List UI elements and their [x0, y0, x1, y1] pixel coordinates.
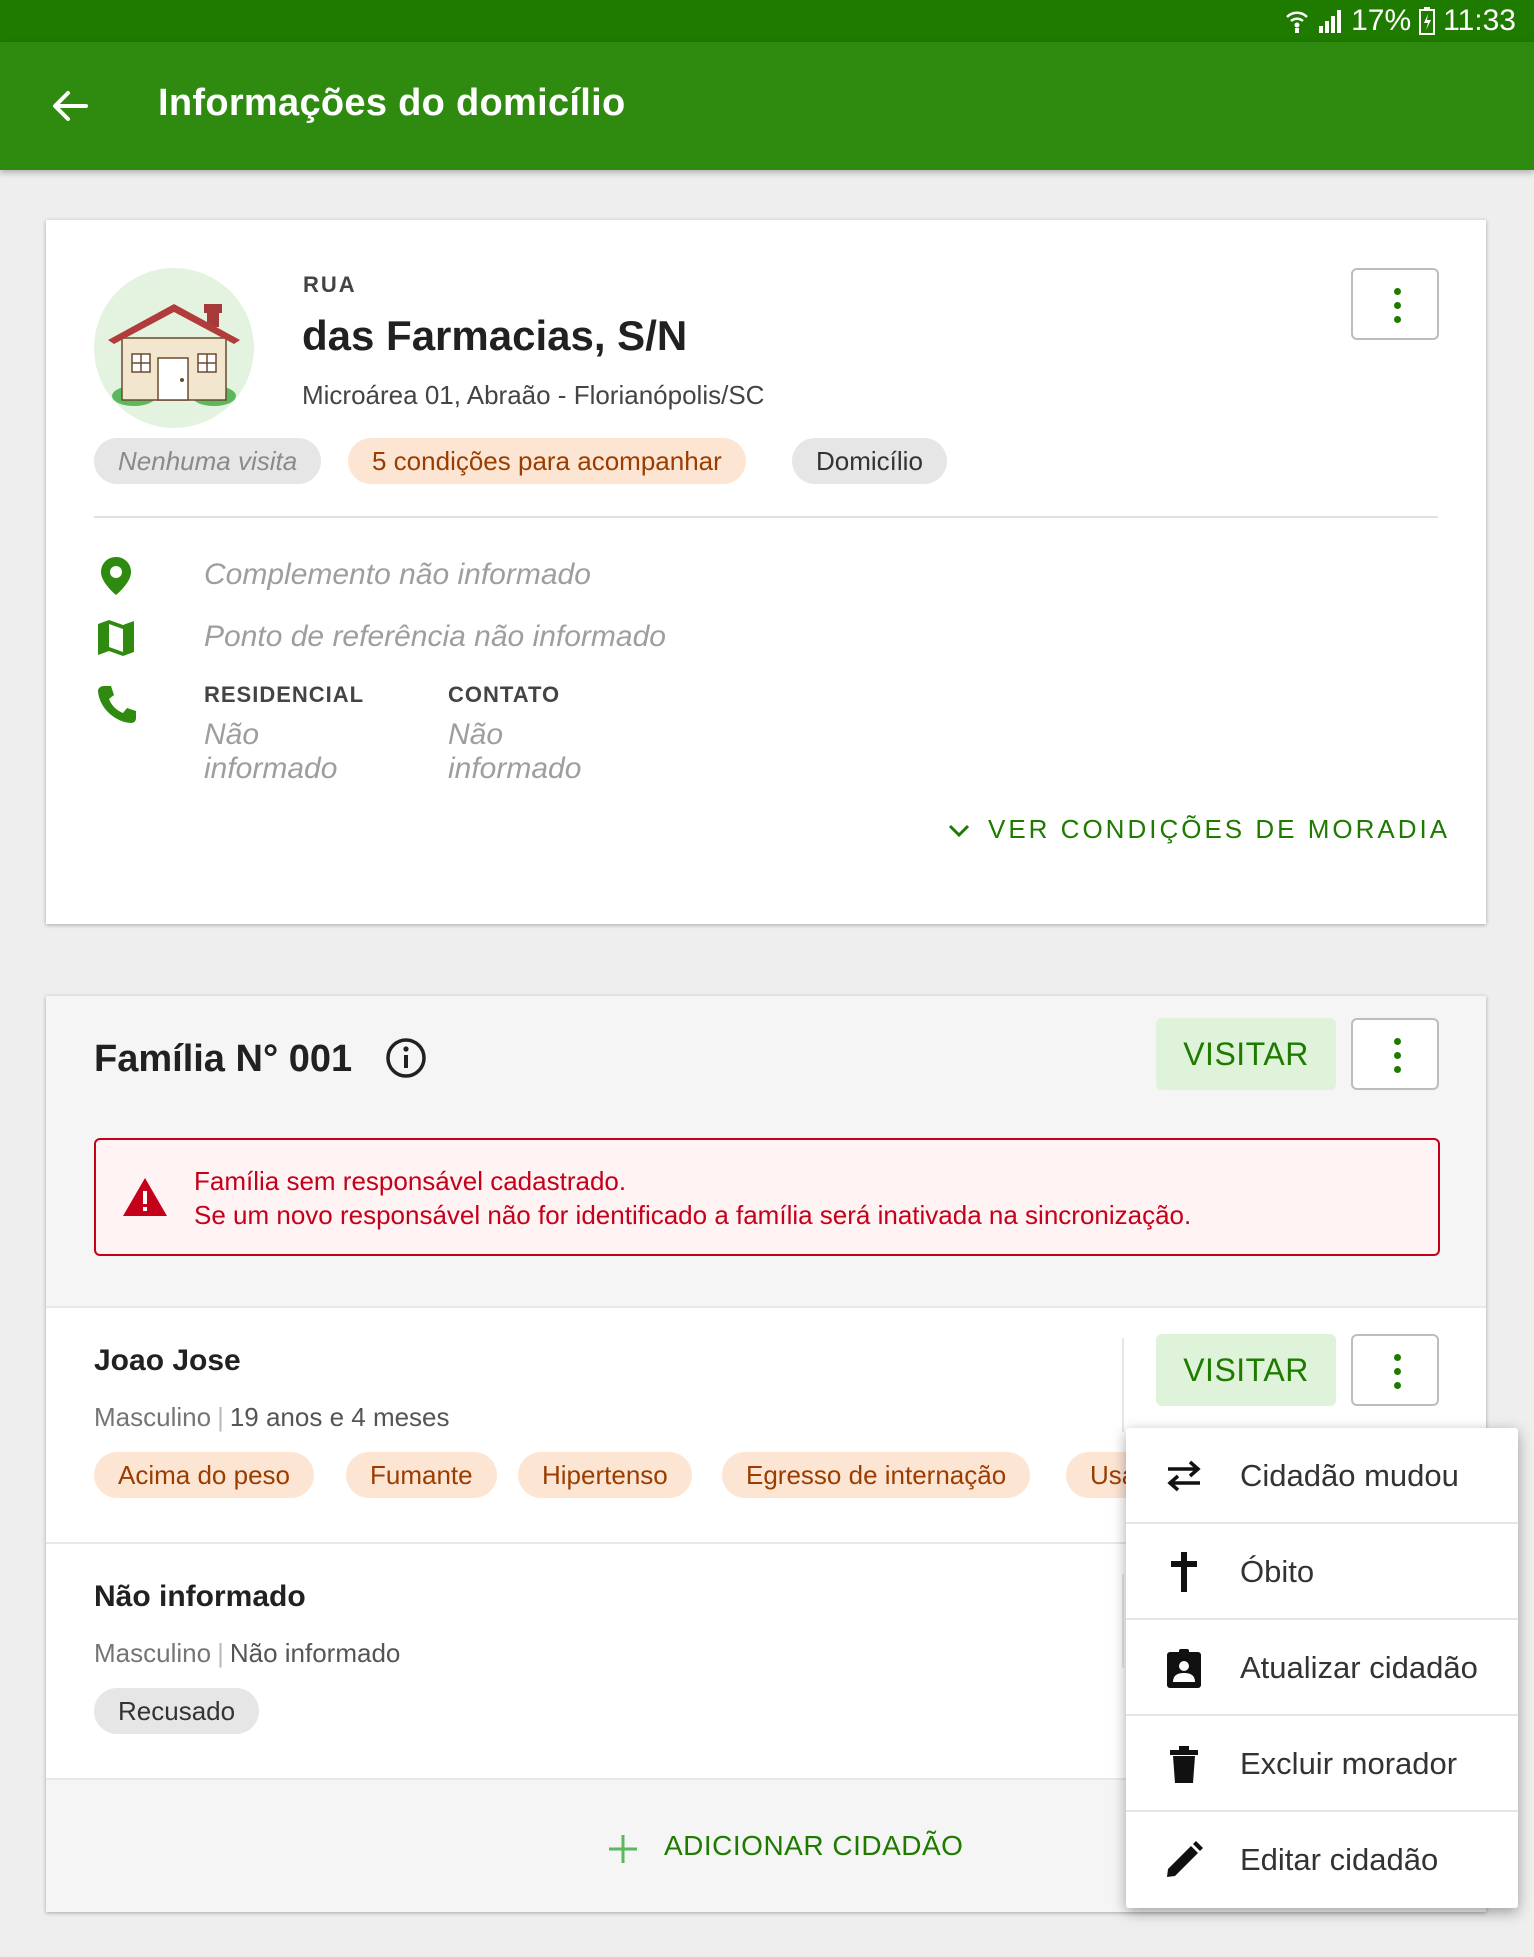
member-name: Joao Jose	[94, 1344, 241, 1377]
menu-item-label: Excluir morador	[1240, 1746, 1458, 1781]
member-chip: Egresso de internação	[722, 1452, 1031, 1498]
member-meta: Masculino | Não informado	[94, 1638, 401, 1668]
house-icon	[108, 304, 240, 406]
member-chip: Recusado	[94, 1688, 260, 1734]
member-name: Não informado	[94, 1580, 306, 1613]
page-title: Informações do domicílio	[158, 82, 626, 124]
chip-conditions[interactable]: 5 condições para acompanhar	[348, 438, 746, 484]
add-citizen-label: ADICIONAR CIDADÃO	[664, 1830, 964, 1861]
menu-item-edit-citizen[interactable]: Editar cidadão	[1126, 1812, 1518, 1908]
menu-item-label: Cidadão mudou	[1240, 1458, 1459, 1493]
phone-icon	[98, 686, 136, 723]
member-age: 19 anos e 4 meses	[229, 1402, 450, 1432]
cross-icon	[1171, 1552, 1197, 1592]
wifi-icon	[1286, 11, 1308, 33]
address-street: das Farmacias, S/N	[302, 312, 688, 359]
pencil-icon	[1167, 1841, 1203, 1877]
more-vert-icon	[1394, 288, 1401, 324]
address-more-button[interactable]	[1351, 268, 1439, 340]
location-pin-icon	[101, 557, 131, 595]
info-icon[interactable]	[384, 1036, 428, 1080]
plus-icon	[609, 1835, 637, 1863]
warning-icon	[123, 1178, 167, 1216]
member-chip: Acima do peso	[94, 1452, 314, 1498]
menu-item-delete-resident[interactable]: Excluir morador	[1126, 1716, 1518, 1812]
divider	[94, 516, 1438, 518]
member-sex: Masculino	[94, 1638, 212, 1668]
more-vert-icon	[1394, 1038, 1401, 1074]
reference-text: Ponto de referência não informado	[204, 620, 666, 653]
more-vert-icon	[1394, 1354, 1401, 1390]
member-more-button[interactable]	[1351, 1334, 1439, 1406]
family-title: Família N° 001	[94, 1038, 353, 1080]
address-type-label: RUA	[303, 272, 357, 297]
view-living-conditions-link[interactable]: VER CONDIÇÕES DE MORADIA	[946, 814, 1450, 845]
app-bar: Informações do domicílio	[0, 42, 1534, 170]
contact-value: Não informado	[448, 718, 582, 785]
member-chip: Hipertenso	[518, 1452, 692, 1498]
clock: 11:33	[1443, 4, 1516, 37]
swap-icon	[1167, 1460, 1201, 1492]
menu-item-label: Editar cidadão	[1240, 1842, 1439, 1877]
chevron-down-icon	[948, 825, 970, 838]
member-options-menu: Cidadão mudou Óbito Atualizar cidadão Ex…	[1126, 1428, 1518, 1908]
chip-domicile-type: Domicílio	[792, 438, 947, 484]
alert-line-2: Se um novo responsável não for identific…	[194, 1200, 1192, 1230]
complement-text: Complemento não informado	[204, 558, 591, 591]
member-chip: Fumante	[346, 1452, 497, 1498]
member-meta: Masculino | 19 anos e 4 meses	[94, 1402, 450, 1432]
chip-visits: Nenhuma visita	[94, 438, 322, 484]
view-living-conditions-label: VER CONDIÇÕES DE MORADIA	[988, 814, 1451, 844]
menu-item-label: Óbito	[1240, 1554, 1315, 1589]
divider	[1122, 1574, 1124, 1668]
residential-label: RESIDENCIAL	[204, 682, 365, 707]
residential-value: Não informado	[204, 718, 338, 785]
trash-icon	[1170, 1746, 1198, 1783]
member-visit-button[interactable]: VISITAR	[1156, 1334, 1336, 1406]
person-clipboard-icon	[1167, 1649, 1201, 1688]
battery-icon	[1419, 7, 1436, 35]
signal-icon	[1319, 10, 1342, 33]
menu-item-citizen-moved[interactable]: Cidadão mudou	[1126, 1428, 1518, 1524]
no-responsible-alert: Família sem responsável cadastrado. Se u…	[94, 1138, 1440, 1256]
divider	[1122, 1338, 1124, 1432]
status-bar: 17% 11:33	[0, 0, 1534, 42]
family-more-button[interactable]	[1351, 1018, 1439, 1090]
map-icon	[98, 620, 134, 656]
address-card: RUA das Farmacias, S/N Microárea 01, Abr…	[46, 220, 1486, 924]
family-visit-button[interactable]: VISITAR	[1156, 1018, 1336, 1090]
menu-item-label: Atualizar cidadão	[1240, 1650, 1478, 1685]
menu-item-death[interactable]: Óbito	[1126, 1524, 1518, 1620]
address-locality: Microárea 01, Abraão - Florianópolis/SC	[302, 380, 765, 410]
member-sex: Masculino	[94, 1402, 212, 1432]
battery-percent: 17%	[1351, 4, 1412, 37]
alert-line-1: Família sem responsável cadastrado.	[194, 1166, 627, 1196]
member-age: Não informado	[229, 1638, 401, 1668]
contact-label: CONTATO	[448, 682, 561, 707]
house-avatar	[94, 268, 254, 428]
menu-item-update-citizen[interactable]: Atualizar cidadão	[1126, 1620, 1518, 1716]
back-arrow-icon[interactable]	[48, 84, 92, 128]
